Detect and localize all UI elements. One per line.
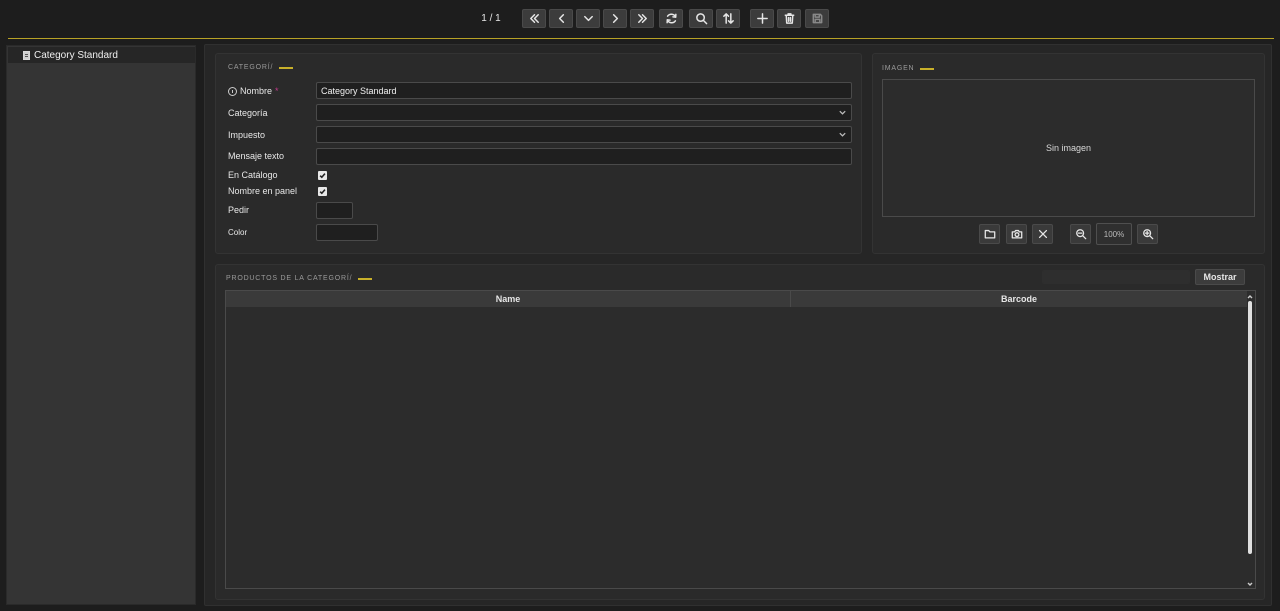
toolbar-divider [8,38,1274,39]
check-icon [319,189,326,195]
products-filter-input[interactable] [1042,270,1190,284]
table-scrollbar[interactable] [1246,292,1254,587]
zoom-out-icon [1075,229,1086,240]
double-chevron-left-icon [529,14,539,23]
zoom-in-icon [1142,229,1153,240]
document-icon [23,50,30,60]
name-in-panel-checkbox[interactable] [318,187,327,196]
products-table[interactable]: Name Barcode [225,290,1256,589]
legend-accent [358,277,373,280]
category-tree[interactable]: Category Standard [6,45,196,605]
main-content: CATEGORÍ/ Nombre * Category Standard Cat… [204,44,1272,606]
products-panel-title: PRODUCTOS DE LA CATEGORÍ/ [226,275,373,282]
info-icon [228,86,237,96]
image-preview[interactable]: Sin imagen [882,79,1255,217]
trash-icon [784,13,794,24]
name-in-panel-label: Nombre en panel [228,186,298,196]
camera-button[interactable] [1006,224,1027,244]
in-catalog-checkbox[interactable] [318,171,327,180]
check-icon [319,173,326,179]
save-icon [812,13,822,24]
chevron-down-icon [838,130,847,139]
new-button[interactable] [750,9,774,28]
category-panel-legend: CATEGORÍ/ [228,64,274,71]
name-label: Nombre * [228,86,279,96]
products-panel-legend: PRODUCTOS DE LA CATEGORÍ/ [226,275,353,282]
remove-image-button[interactable] [1032,224,1053,244]
record-list-button[interactable] [576,9,600,28]
category-label: Categoría [228,108,268,118]
text-message-label: Mensaje texto [228,151,285,161]
sort-icon [722,13,734,24]
close-icon [1038,229,1047,239]
zoom-level[interactable]: 100% [1096,223,1132,245]
reload-button[interactable] [659,9,683,28]
image-panel-title: IMAGEN [882,65,935,72]
in-catalog-label: En Catálogo [228,170,278,180]
category-panel: CATEGORÍ/ Nombre * Category Standard Cat… [215,53,862,254]
tree-item-label: Category Standard [34,49,118,61]
legend-accent [279,66,294,69]
last-record-button[interactable] [630,9,654,28]
record-toolbar: 1 / 1 [0,0,1280,38]
show-button[interactable]: Mostrar [1195,269,1245,285]
camera-icon [1011,229,1022,239]
zoom-out-button[interactable] [1070,224,1091,244]
chevron-down-icon [838,108,847,117]
first-record-button[interactable] [522,9,546,28]
previous-record-button[interactable] [549,9,573,28]
name-label-text: Nombre [240,86,273,96]
plus-icon [756,13,768,24]
delete-button[interactable] [777,9,801,28]
column-header-name[interactable]: Name [226,291,791,307]
double-chevron-right-icon [637,14,647,23]
legend-accent [920,67,935,70]
column-header-barcode[interactable]: Barcode [791,291,1247,307]
zoom-in-button[interactable] [1137,224,1158,244]
save-button[interactable] [805,9,829,28]
category-select[interactable] [316,104,852,121]
image-panel-legend: IMAGEN [882,65,915,72]
tree-item-category-standard[interactable]: Category Standard [8,47,195,63]
search-button[interactable] [689,9,713,28]
color-picker[interactable] [316,224,378,241]
text-message-field[interactable] [316,148,852,165]
order-label: Pedir [228,205,250,215]
next-record-button[interactable] [603,9,627,28]
tax-select[interactable] [316,126,852,143]
chevron-left-icon [558,14,564,23]
color-label: Color [228,228,248,237]
sort-button[interactable] [716,9,740,28]
chevron-right-icon [612,14,618,23]
category-panel-title: CATEGORÍ/ [228,64,294,71]
required-marker: * [275,86,279,96]
name-field[interactable]: Category Standard [316,82,852,99]
scrollbar-thumb[interactable] [1248,301,1252,554]
open-image-button[interactable] [979,224,1000,244]
products-table-header: Name Barcode [226,291,1247,307]
name-field-value: Category Standard [321,85,397,96]
scroll-up-icon[interactable] [1247,292,1253,299]
image-panel: IMAGEN Sin imagen 100% [872,53,1265,254]
search-icon [695,13,707,25]
chevron-down-icon [583,15,593,22]
refresh-icon [665,13,677,24]
record-counter: 1 / 1 [481,13,501,24]
order-field[interactable] [316,202,353,219]
no-image-text: Sin imagen [1045,143,1092,153]
scroll-down-icon[interactable] [1247,579,1253,586]
folder-icon [984,229,995,239]
tax-label: Impuesto [228,130,266,140]
